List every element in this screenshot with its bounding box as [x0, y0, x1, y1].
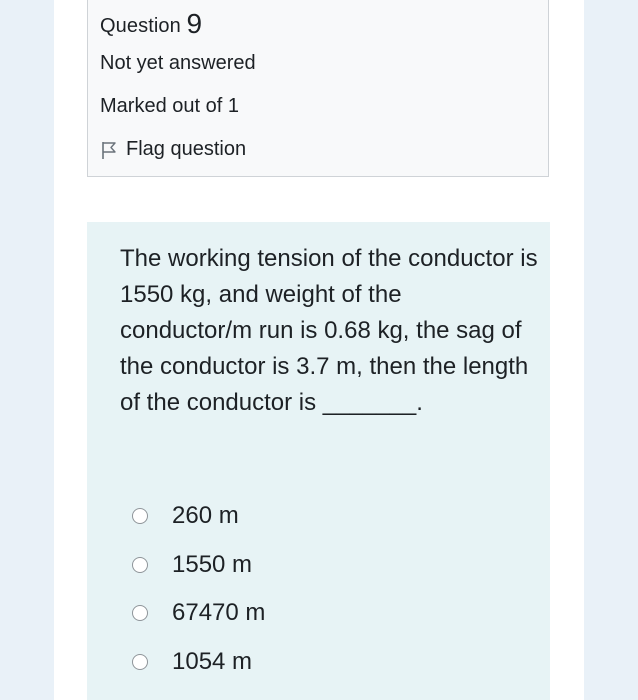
answer-option-label: 260 m	[172, 502, 239, 530]
question-content: The working tension of the conductor is …	[87, 222, 550, 700]
answer-option-label: 1550 m	[172, 550, 253, 578]
question-grade: Marked out of 1	[100, 95, 239, 117]
question-number: Question 9	[100, 8, 202, 40]
radio-unchecked-icon[interactable]	[132, 605, 148, 622]
radio-unchecked-icon[interactable]	[132, 508, 148, 525]
answer-option-label: 1054 m	[172, 647, 253, 675]
radio-unchecked-icon[interactable]	[132, 653, 148, 670]
question-text: The working tension of the conductor is …	[120, 245, 538, 416]
flag-question-label: Flag question	[126, 138, 247, 160]
answer-option[interactable]: 260 m	[132, 492, 265, 541]
question-info-box: Question 9 Not yet answered Marked out o…	[87, 0, 549, 177]
flag-question-link[interactable]: Flag question	[100, 138, 246, 161]
answer-options: 260 m 1550 m 67470 m 1054 m	[132, 492, 265, 686]
radio-unchecked-icon[interactable]	[132, 556, 148, 573]
answer-option[interactable]: 67470 m	[132, 589, 265, 638]
question-state: Not yet answered	[100, 52, 256, 74]
answer-option[interactable]: 1054 m	[132, 638, 265, 687]
question-number-prefix: Question	[100, 15, 181, 37]
flag-icon	[100, 140, 118, 160]
answer-option-label: 67470 m	[172, 599, 266, 627]
answer-option[interactable]: 1550 m	[132, 541, 265, 590]
question-number-value: 9	[186, 8, 203, 39]
